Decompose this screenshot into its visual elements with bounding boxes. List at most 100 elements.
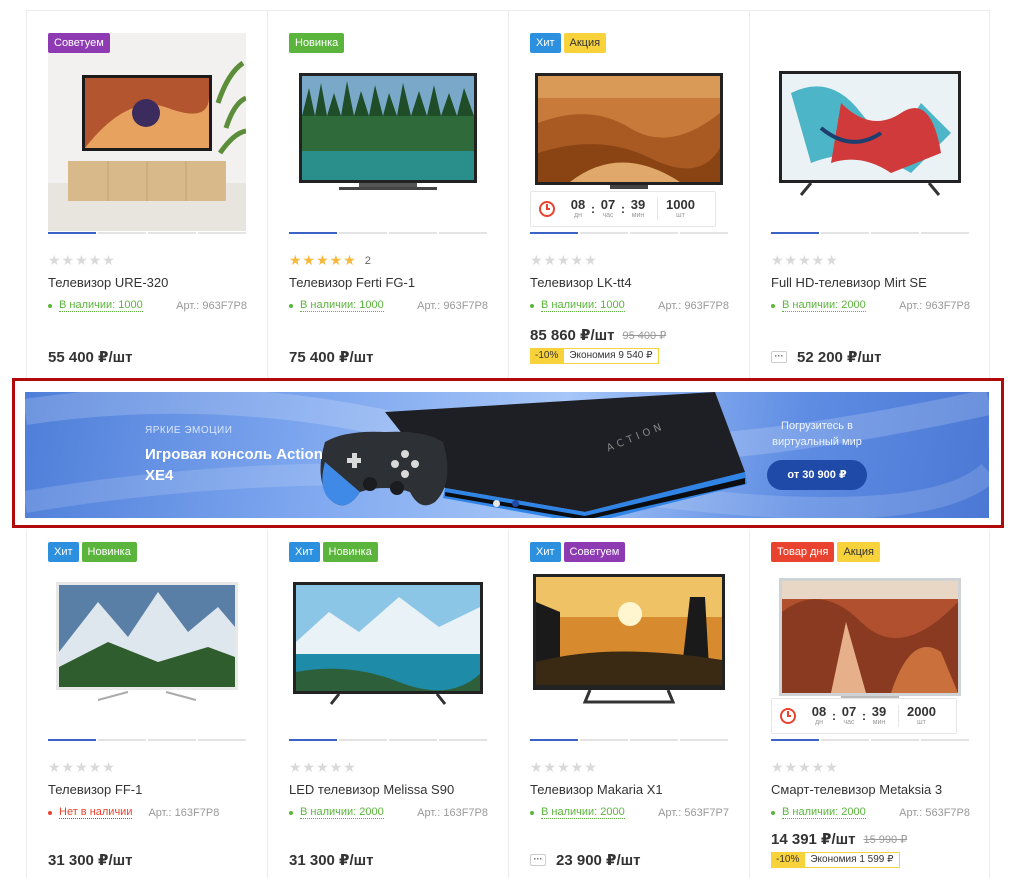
product-card[interactable]: Советуем ★★★★★ Телевизор URE-320 В налич… [26,11,267,380]
product-card[interactable]: Новинка ★★★★★ 2 Телевизор Ferti FG-1 В на… [267,11,508,380]
image-pager[interactable] [289,739,487,741]
stock-text[interactable]: В наличии: 2000 [782,299,866,312]
timer-days: 08 [570,197,586,212]
rating-stars[interactable]: ★★★★★ [771,252,839,269]
image-pager[interactable] [48,739,246,741]
timer-label: час [602,212,614,219]
product-title[interactable]: Full HD-телевизор Mirt SE [771,275,927,290]
timer-label: дн [574,212,582,219]
rating-stars[interactable]: ★★★★★ [530,252,598,269]
product-card[interactable]: Хит Новинка ★★★★★ Телевизор FF-1 Нет в н… [26,530,267,878]
rating-stars[interactable]: ★★★★★ [530,759,598,776]
product-badges: Хит Акция [530,33,607,53]
product-price: 23 900 ₽/шт [556,852,641,869]
product-image[interactable] [771,33,969,231]
image-pager[interactable] [771,739,969,741]
timer-days: 08 [811,704,827,719]
image-pager[interactable] [530,739,728,741]
product-title[interactable]: Телевизор LK-tt4 [530,275,632,290]
clock-icon [539,201,555,217]
economy-amount: Экономия 1 599 ₽ [804,852,900,868]
stock-status: В наличии: 2000 Арт.: 563F7P8 [771,806,970,819]
stock-dot-icon [48,810,52,815]
stock-text[interactable]: В наличии: 1000 [59,299,143,312]
sku: Арт.: 963F7P8 [417,299,488,312]
product-badges: Товар дня Акция [771,542,881,562]
product-card[interactable]: Хит Новинка ★★★★★ LED телевизор Melissa … [267,530,508,878]
discount-info: -10% Экономия 1 599 ₽ [771,852,900,868]
clock-icon [780,708,796,724]
product-card[interactable]: Товар дня Акция 08 дн : 07 час : 39 мин 200… [749,530,990,878]
stock-text[interactable]: В наличии: 2000 [300,806,384,819]
discount-info: -10% Экономия 9 540 ₽ [530,348,659,364]
stock-dot-icon [771,303,775,308]
discount-percent: -10% [530,348,564,364]
timer-qty: 2000 [907,704,936,719]
product-price: 31 300 ₽/шт [48,852,133,869]
badge: Акция [563,33,607,53]
product-image[interactable] [530,542,728,740]
rating-stars[interactable]: ★★★★★ [48,759,116,776]
badge: Акция [837,542,881,562]
product-title[interactable]: Телевизор URE-320 [48,275,168,290]
countdown-timer: 08 дн : 07 час : 39 мин 2000 шт [771,698,957,734]
product-title[interactable]: Смарт-телевизор Metaksia 3 [771,782,942,797]
product-title[interactable]: Телевизор FF-1 [48,782,142,797]
countdown-timer: 08 дн : 07 час : 39 мин 1000 шт [530,191,716,227]
product-badges: Хит Новинка [289,542,378,562]
stock-status: В наличии: 1000 Арт.: 963F7P8 [48,299,247,312]
stock-text[interactable]: В наличии: 1000 [300,299,384,312]
product-badges: Новинка [289,33,345,53]
review-count[interactable]: 2 [365,255,372,267]
product-grid-row-2: Хит Новинка ★★★★★ Телевизор FF-1 Нет в н… [26,530,990,878]
image-pager[interactable] [289,232,487,234]
stock-dot-icon [530,810,534,815]
product-card[interactable]: Хит Советуем ★★★★★ Телевизор Makaria X1 … [508,530,749,878]
product-title[interactable]: Телевизор Ferti FG-1 [289,275,415,290]
product-title[interactable]: LED телевизор Melissa S90 [289,782,454,797]
stock-text[interactable]: В наличии: 2000 [541,806,625,819]
timer-label: мин [872,719,886,726]
stock-text[interactable]: В наличии: 2000 [782,806,866,819]
image-pager[interactable] [48,232,246,234]
product-grid-row-1: Советуем ★★★★★ Телевизор URE-320 В налич… [26,10,990,380]
rating-stars[interactable]: ★★★★★ [289,759,357,776]
stock-status: В наличии: 2000 Арт.: 563F7P7 [530,806,729,819]
more-options-button[interactable]: ··· [530,854,546,866]
stock-status: В наличии: 2000 Арт.: 163F7P8 [289,806,488,819]
rating-stars[interactable]: ★★★★★ [771,759,839,776]
product-price: 31 300 ₽/шт [289,852,374,869]
product-image[interactable] [289,33,487,231]
more-options-button[interactable]: ··· [771,351,787,363]
stock-text[interactable]: В наличии: 1000 [541,299,625,312]
stock-status: В наличии: 1000 Арт.: 963F7P8 [289,299,488,312]
stock-status: В наличии: 2000 Арт.: 963F7P8 [771,299,970,312]
image-pager[interactable] [771,232,969,234]
product-image[interactable] [289,542,487,740]
product-price: 14 391 ₽/шт [771,831,856,848]
product-card[interactable]: Хит Акция 08 дн : 07 час : 39 мин 1000 шт ★★… [508,11,749,380]
badge: Товар дня [771,542,835,562]
timer-minutes: 39 [871,704,887,719]
stock-status: В наличии: 1000 Арт.: 963F7P8 [530,299,729,312]
rating-stars[interactable]: ★★★★★ 2 [289,252,372,269]
sku: Арт.: 963F7P8 [899,299,970,312]
timer-label: шт [917,719,926,726]
stock-dot-icon [771,810,775,815]
product-price-row: ··· 52 200 ₽/шт [771,348,882,366]
timer-label: дн [815,719,823,726]
product-price: 52 200 ₽/шт [797,349,882,366]
product-card[interactable]: ★★★★★ Full HD-телевизор Mirt SE В наличи… [749,11,990,380]
stock-status: Нет в наличии Арт.: 163F7P8 [48,806,247,819]
stock-text[interactable]: Нет в наличии [59,806,133,819]
timer-label: мин [631,212,645,219]
product-image[interactable] [48,33,246,231]
product-title[interactable]: Телевизор Makaria X1 [530,782,663,797]
image-pager[interactable] [530,232,728,234]
badge: Советуем [48,33,110,53]
product-image[interactable] [48,542,246,740]
badge: Новинка [322,542,378,562]
badge: Новинка [81,542,137,562]
rating-stars[interactable]: ★★★★★ [48,252,116,269]
timer-label: час [843,719,855,726]
